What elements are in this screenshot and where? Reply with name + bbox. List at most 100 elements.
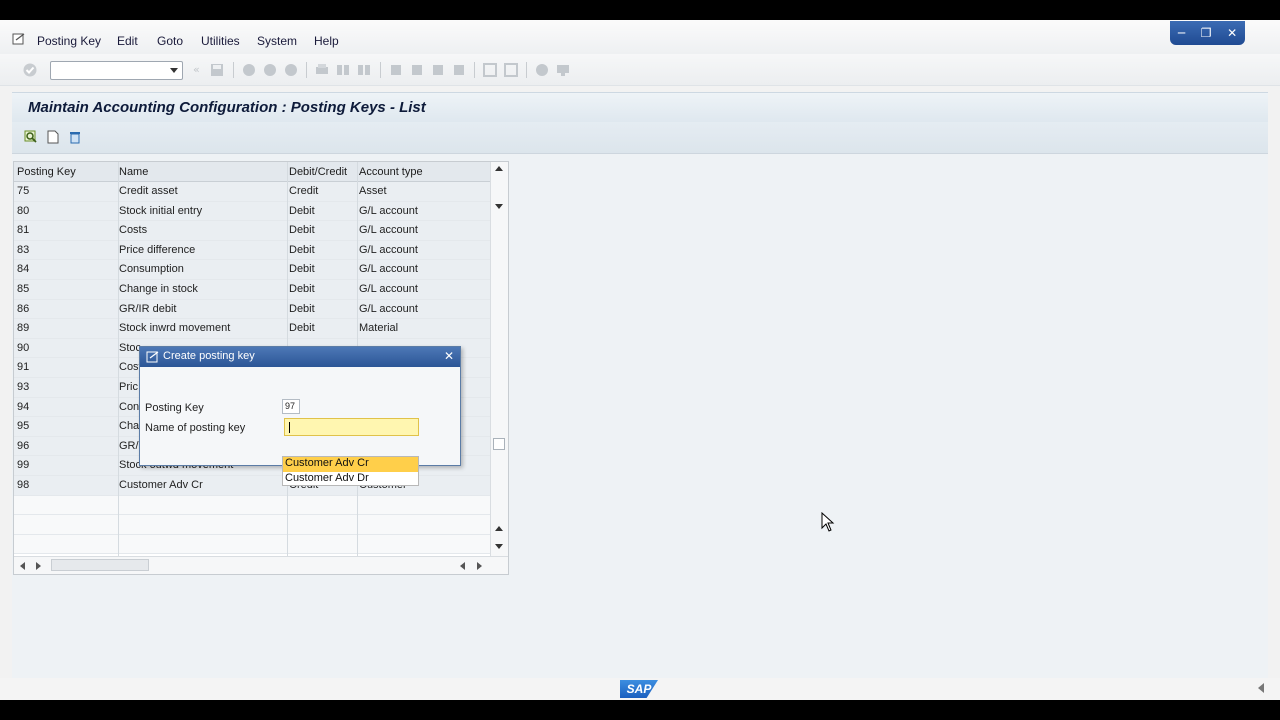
scroll-left-icon[interactable] — [20, 562, 25, 570]
table-row[interactable]: 86 GR/IR debit Debit G/L account — [14, 299, 490, 320]
column-header-account-type[interactable]: Account type — [359, 166, 423, 178]
cell-account-type: G/L account — [359, 283, 418, 295]
scroll-left-icon[interactable] — [460, 562, 465, 570]
autocomplete-option[interactable]: Customer Adv Cr — [283, 457, 418, 472]
scroll-right-icon[interactable] — [477, 562, 482, 570]
cell-posting-key: 75 — [17, 185, 30, 197]
menu-posting-key[interactable]: Posting Key — [37, 34, 101, 48]
scroll-down-icon[interactable] — [495, 544, 503, 549]
monitor-icon[interactable] — [556, 63, 570, 77]
cell-posting-key: 99 — [17, 459, 30, 472]
exit-icon[interactable] — [242, 63, 256, 77]
cell-name: Cha — [119, 420, 140, 433]
table-row[interactable]: 85 Change in stock Debit G/L account — [14, 280, 490, 300]
cell-debit-credit: Debit — [289, 224, 315, 237]
menu-goto[interactable]: Goto — [157, 34, 183, 48]
table-row[interactable]: 83 Price difference Debit G/L account — [14, 240, 490, 261]
cell-posting-key: 86 — [17, 302, 30, 315]
scroll-up-icon[interactable] — [495, 526, 503, 531]
table-row[interactable]: 81 Costs Debit G/L account — [14, 221, 490, 241]
cell-name: Customer Adv Cr — [119, 479, 203, 491]
cell-posting-key: 96 — [17, 439, 30, 452]
cell-name: GR/IR debit — [119, 302, 177, 315]
table-row[interactable] — [14, 534, 490, 555]
find-next-icon[interactable] — [357, 63, 371, 77]
vertical-scrollbar[interactable] — [490, 162, 508, 556]
back-icon[interactable]: « — [193, 63, 207, 77]
chevron-down-icon[interactable] — [170, 68, 178, 73]
title-bar: Maintain Accounting Configuration : Post… — [12, 92, 1268, 122]
table-row[interactable]: 75 Credit asset Credit Asset — [14, 182, 490, 202]
menu-icon[interactable] — [12, 33, 26, 45]
cell-name: Stoc — [119, 341, 142, 354]
cell-name: Consumption — [119, 263, 184, 276]
name-of-posting-key-input[interactable] — [284, 418, 419, 436]
table-row[interactable] — [14, 495, 490, 516]
close-icon[interactable]: ✕ — [444, 350, 454, 362]
scroll-thumb[interactable] — [493, 438, 505, 450]
next-page-icon[interactable] — [431, 63, 445, 77]
cell-name: Change in stock — [119, 283, 198, 295]
shortcut-icon[interactable] — [284, 63, 298, 77]
new-session-icon[interactable] — [483, 63, 497, 77]
cell-debit-credit: Debit — [289, 302, 315, 315]
column-header-name[interactable]: Name — [119, 166, 148, 178]
cell-account-type: Material — [359, 322, 399, 335]
cell-name: Stock inwrd movement — [119, 322, 231, 335]
dialog-title-bar[interactable]: Create posting key ✕ — [140, 347, 460, 367]
scroll-right-icon[interactable] — [36, 562, 41, 570]
last-page-icon[interactable] — [452, 63, 466, 77]
minimize-icon[interactable]: ─ — [1178, 26, 1185, 40]
table-row[interactable] — [14, 515, 490, 535]
cell-posting-key: 94 — [17, 400, 30, 413]
table-header: Posting Key Name Debit/Credit Account ty… — [14, 162, 490, 182]
page-title: Maintain Accounting Configuration : Post… — [28, 99, 426, 116]
print-icon[interactable] — [315, 63, 329, 77]
window-controls: ─ ❐ ✕ — [1170, 21, 1245, 45]
column-header-posting-key[interactable]: Posting Key — [17, 166, 76, 178]
cell-debit-credit: Debit — [289, 243, 315, 256]
cell-posting-key: 91 — [17, 361, 30, 374]
posting-key-label: Posting Key — [145, 402, 204, 414]
table-row[interactable]: 89 Stock inwrd movement Debit Material — [14, 319, 490, 339]
horizontal-scrollbar[interactable] — [14, 556, 508, 574]
sap-logo: SAP — [620, 680, 658, 698]
menu-system[interactable]: System — [257, 34, 297, 48]
menu-edit[interactable]: Edit — [117, 34, 138, 48]
layout-icon[interactable] — [504, 63, 518, 77]
save-icon[interactable] — [210, 63, 224, 77]
autocomplete-option[interactable]: Customer Adv Dr — [283, 472, 418, 487]
menu-utilities[interactable]: Utilities — [201, 34, 240, 48]
restore-icon[interactable]: ❐ — [1201, 26, 1212, 40]
cell-account-type: G/L account — [359, 224, 418, 237]
cell-account-type: G/L account — [359, 204, 418, 217]
enter-check-icon[interactable] — [23, 63, 37, 77]
scroll-up-icon[interactable] — [495, 166, 503, 171]
cell-debit-credit: Debit — [289, 204, 315, 217]
hscroll-thumb[interactable] — [51, 559, 149, 571]
cell-account-type: G/L account — [359, 243, 418, 256]
cell-posting-key: 84 — [17, 263, 30, 276]
delete-icon[interactable] — [68, 130, 82, 144]
menu-help[interactable]: Help — [314, 34, 339, 48]
find-icon[interactable] — [336, 63, 350, 77]
cancel-icon[interactable] — [263, 63, 277, 77]
application-toolbar — [12, 122, 1268, 154]
column-header-debit-credit[interactable]: Debit/Credit — [289, 166, 347, 178]
status-collapse-icon[interactable] — [1258, 683, 1264, 693]
cell-name: Credit asset — [119, 185, 178, 197]
posting-key-field[interactable]: 97 — [282, 399, 300, 414]
scroll-down-icon[interactable] — [495, 204, 503, 209]
command-field[interactable] — [50, 61, 183, 80]
cell-posting-key: 93 — [17, 381, 30, 393]
previous-page-icon[interactable] — [410, 63, 424, 77]
close-icon[interactable]: ✕ — [1227, 26, 1237, 40]
menu-bar: Posting Key Edit Goto Utilities System H… — [0, 20, 1280, 54]
table-row[interactable]: 80 Stock initial entry Debit G/L account — [14, 201, 490, 222]
create-icon[interactable] — [47, 130, 59, 144]
help-icon[interactable] — [535, 63, 549, 77]
cell-name: Pric — [119, 381, 138, 393]
details-icon[interactable] — [24, 130, 38, 144]
first-page-icon[interactable] — [389, 63, 403, 77]
table-row[interactable]: 84 Consumption Debit G/L account — [14, 260, 490, 280]
